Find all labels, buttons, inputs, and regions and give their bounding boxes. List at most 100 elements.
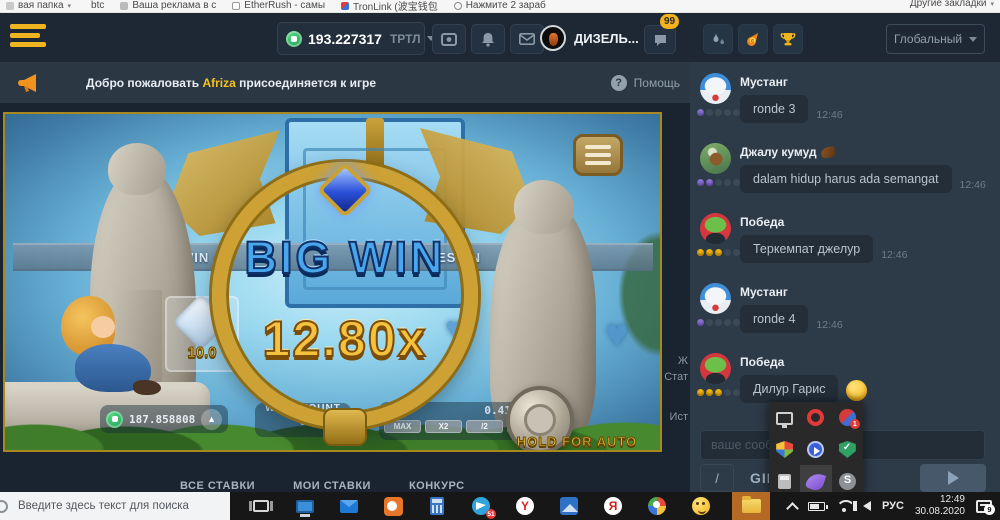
tray-item-opera[interactable] bbox=[800, 402, 831, 434]
bookmark-item[interactable]: EtherRush - самы bbox=[232, 0, 325, 13]
bet-MAX-button[interactable]: MAX bbox=[384, 420, 421, 433]
rank-badge-lit bbox=[715, 249, 722, 256]
fireball-button[interactable]: 6 bbox=[738, 24, 768, 54]
chat-room-selector[interactable]: Глобальный bbox=[886, 24, 985, 54]
balance-selector[interactable]: 193.227317 ТРТЛ bbox=[277, 22, 425, 55]
tray-item-defender[interactable] bbox=[769, 434, 800, 466]
game-menu-button[interactable] bbox=[573, 134, 623, 176]
taskbar-clock[interactable]: 12:49 30.08.2020 bbox=[915, 494, 965, 519]
chat-username[interactable]: Мустанг bbox=[740, 75, 992, 89]
bet-X2-button[interactable]: X2 bbox=[425, 420, 462, 433]
user-menu[interactable]: ДИЗЕЛЬ... bbox=[540, 25, 655, 51]
bookmark-label: btc bbox=[91, 0, 104, 11]
bookmark-label: TronLink (波宝钱包 bbox=[353, 0, 438, 13]
help-button[interactable]: ? Помощь bbox=[611, 75, 680, 91]
other-bookmarks[interactable]: Другие закладки ▾ bbox=[910, 0, 994, 9]
tab-2[interactable]: КОНКУРС bbox=[409, 480, 465, 492]
tray-item-green-shield[interactable] bbox=[832, 434, 863, 466]
heart-symbol: ♥ bbox=[605, 312, 629, 357]
chat-username[interactable]: Победа bbox=[740, 355, 992, 369]
battery-icon[interactable] bbox=[808, 502, 825, 511]
contest-button[interactable] bbox=[773, 24, 803, 54]
bookmark-item[interactable]: вая папка ▾ bbox=[6, 0, 71, 13]
rank-badge-lit bbox=[715, 389, 722, 396]
bookmark-label: Ваша реклама в с bbox=[132, 0, 216, 11]
tab-1[interactable]: МОИ СТАВКИ bbox=[293, 480, 371, 492]
taskbar-app-taskview[interactable] bbox=[248, 492, 274, 520]
tray-item-media-player[interactable] bbox=[800, 434, 831, 466]
taskbar-app-explorer[interactable] bbox=[732, 492, 770, 520]
fireball-icon: 6 bbox=[745, 31, 761, 47]
taskbar-app-mail[interactable] bbox=[336, 492, 362, 520]
user-avatar[interactable] bbox=[700, 143, 731, 174]
rank-badge-dim bbox=[724, 249, 731, 256]
notifications-button[interactable] bbox=[471, 24, 505, 54]
media-player-icon bbox=[807, 441, 824, 458]
slash-command-button[interactable]: / bbox=[700, 464, 734, 492]
steam-icon bbox=[839, 473, 856, 490]
user-avatar[interactable] bbox=[700, 283, 731, 314]
language-indicator[interactable]: РУС bbox=[882, 500, 904, 512]
taskview-icon bbox=[253, 500, 269, 512]
notification-center-icon[interactable]: 9 bbox=[976, 500, 992, 513]
site-header: 193.227317 ТРТЛ ДИЗЕЛЬ... bbox=[0, 13, 1000, 62]
chat-bubble: Дилур Гарис bbox=[740, 375, 838, 403]
taskbar-app-calc[interactable] bbox=[424, 492, 450, 520]
deposit-arrow-button[interactable]: ▲ bbox=[201, 409, 222, 430]
taskbar-app-photos[interactable] bbox=[556, 492, 582, 520]
chat-room-label: Глобальный bbox=[894, 32, 962, 46]
announcement-suffix: присоединяется к игре bbox=[239, 76, 376, 90]
bet-div2-button[interactable]: /2 bbox=[466, 420, 503, 433]
taskbar-app-palette[interactable] bbox=[644, 492, 670, 520]
taskbar-search-input[interactable] bbox=[18, 500, 223, 512]
user-avatar[interactable] bbox=[700, 353, 731, 384]
user-avatar[interactable] bbox=[700, 213, 731, 244]
game-balance-pill: 187.858808 ▲ bbox=[100, 405, 228, 433]
tray-item-badged-app[interactable] bbox=[832, 402, 863, 434]
vault-button[interactable] bbox=[432, 24, 466, 54]
rank-badge-dim bbox=[706, 109, 713, 116]
taskbar-app-telegram[interactable]: 51 bbox=[468, 492, 494, 520]
chat-time: 12:46 bbox=[816, 109, 842, 123]
chat-unread-badge: 99 bbox=[660, 14, 679, 29]
taskbar-app-comp[interactable] bbox=[292, 492, 318, 520]
send-message-button[interactable] bbox=[920, 464, 986, 492]
chevron-down-icon: ▾ bbox=[68, 2, 72, 10]
bookmark-item[interactable]: btc bbox=[87, 0, 104, 13]
bookmark-label: вая папка bbox=[18, 0, 64, 11]
rank-badges bbox=[697, 179, 740, 186]
menu-hamburger-button[interactable] bbox=[10, 24, 46, 50]
chat-username[interactable]: Мустанг bbox=[740, 285, 992, 299]
chat-username[interactable]: Джалу кумуд bbox=[740, 145, 992, 159]
game-balance-value: 187.858808 bbox=[129, 413, 195, 426]
chat-messages: Мустанг ronde 3 12:46 Джалу кумуд dalam … bbox=[690, 62, 1000, 423]
browser-bookmarks-bar: вая папка ▾ btc Ваша реклама в с EtherRush -… bbox=[0, 0, 1000, 13]
help-label: Помощь bbox=[634, 76, 680, 90]
taskbar-app-smiley[interactable] bbox=[688, 492, 714, 520]
tray-expand-icon[interactable] bbox=[786, 502, 799, 515]
rank-badge-dim bbox=[724, 109, 731, 116]
chat-message-body: Мустанг ronde 4 12:46 bbox=[740, 283, 992, 340]
rain-button[interactable] bbox=[703, 24, 733, 54]
taskbar-app-yabro[interactable]: Я bbox=[600, 492, 626, 520]
user-avatar[interactable] bbox=[700, 73, 731, 104]
tab-0[interactable]: ВСЕ СТАВКИ bbox=[180, 480, 255, 492]
hold-for-auto-label: HOLD FOR AUTO bbox=[497, 434, 657, 449]
speaker-icon[interactable] bbox=[863, 501, 871, 511]
chat-toggle-button[interactable] bbox=[644, 25, 676, 54]
rank-badge-dim bbox=[733, 249, 740, 256]
wifi-icon[interactable] bbox=[836, 500, 852, 512]
taskbar-search[interactable] bbox=[0, 492, 230, 520]
character-girl-boot bbox=[133, 380, 161, 395]
messages-button[interactable] bbox=[510, 24, 544, 54]
taskbar-app-yandex[interactable]: Y bbox=[512, 492, 538, 520]
bookmark-item[interactable]: TronLink (波宝钱包 bbox=[341, 0, 438, 13]
side-label: Ист bbox=[648, 411, 688, 423]
chat-username[interactable]: Победа bbox=[740, 215, 992, 229]
taskbar-app-video[interactable] bbox=[380, 492, 406, 520]
bookmark-item[interactable]: Нажмите 2 зараб bbox=[454, 0, 546, 13]
chat-time: 12:46 bbox=[816, 319, 842, 333]
bookmark-item[interactable]: Ваша реклама в с bbox=[120, 0, 216, 13]
tray-item-monitor[interactable] bbox=[769, 402, 800, 434]
rank-badge-dim bbox=[724, 179, 731, 186]
